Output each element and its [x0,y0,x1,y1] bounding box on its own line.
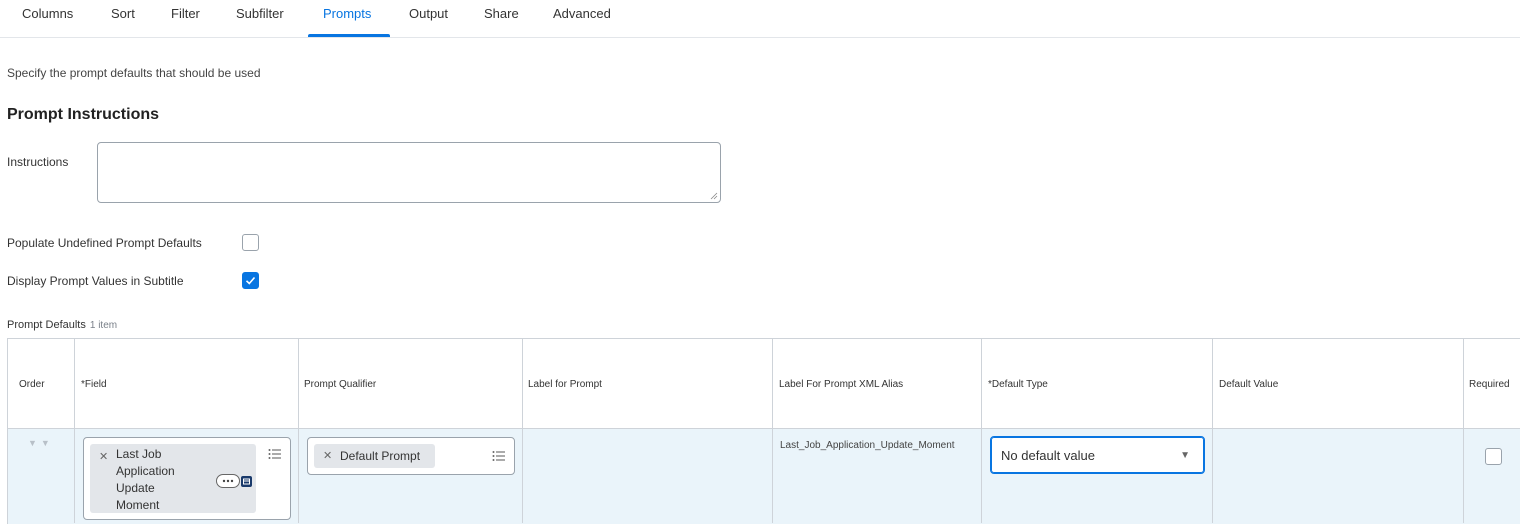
ellipsis-icon [222,479,234,483]
reorder-handle[interactable]: ▼▼ [28,438,54,448]
close-icon[interactable]: ✕ [323,449,332,462]
column-divider [74,339,75,523]
column-divider [1463,339,1464,523]
prompt-defaults-grid: Order *Field Prompt Qualifier Label for … [7,338,1520,524]
page-description: Specify the prompt defaults that should … [7,66,261,80]
grid-item-count: 1 item [89,320,118,331]
tab-sort[interactable]: Sort [111,6,135,21]
default-type-value: No default value [1001,448,1095,463]
col-header-xml-alias: Label For Prompt XML Alias [779,379,904,390]
required-checkbox[interactable] [1485,448,1502,465]
qualifier-value: Default Prompt [340,449,421,463]
move-down-icon[interactable]: ▼▼ [28,438,54,448]
instructions-label: Instructions [7,155,69,169]
default-type-select[interactable]: No default value ▼ [990,436,1205,474]
column-divider [522,339,523,523]
column-divider [298,339,299,523]
col-header-order: Order [19,379,45,390]
tab-columns[interactable]: Columns [22,6,73,21]
display-values-checkbox[interactable] [242,272,259,289]
field-name-line: Moment [116,498,160,512]
field-name-line: Update [116,481,155,495]
col-header-default-type: *Default Type [988,379,1048,390]
column-divider [1212,339,1213,523]
tab-output[interactable]: Output [409,6,448,21]
field-selector[interactable]: ✕ Last Job Application Update Moment [83,437,291,520]
active-tab-indicator [308,34,390,37]
field-name: Last Job Application Update Moment [116,446,175,514]
xml-alias-value: Last_Job_Application_Update_Moment [780,440,955,451]
resize-handle-icon[interactable] [710,192,718,200]
col-header-field: *Field [81,379,107,390]
col-header-prompt-qualifier: Prompt Qualifier [304,379,377,390]
list-icon[interactable] [268,448,282,460]
display-values-label: Display Prompt Values in Subtitle [7,274,184,288]
tab-share[interactable]: Share [484,6,519,21]
chevron-down-icon[interactable]: ▼ [1180,450,1190,461]
col-header-label-for-prompt: Label for Prompt [528,379,602,390]
tab-advanced[interactable]: Advanced [553,6,611,21]
tab-filter[interactable]: Filter [171,6,200,21]
prompt-glyph-icon [243,478,250,485]
column-divider [981,339,982,523]
grid-title-text: Prompt Defaults [7,319,86,331]
prompt-icon [241,476,252,487]
col-header-default-value: Default Value [1219,379,1279,390]
list-icon[interactable] [492,450,506,462]
tab-prompts[interactable]: Prompts [323,6,371,21]
instructions-textarea[interactable] [97,142,721,203]
section-title: Prompt Instructions [7,106,160,123]
prompt-qualifier-selector[interactable]: ✕ Default Prompt [307,437,515,475]
field-pill: ✕ Last Job Application Update Moment [90,444,256,513]
field-name-line: Last Job [116,447,162,461]
grid-header: Order *Field Prompt Qualifier Label for … [8,339,1520,429]
tab-bar: Columns Sort Filter Subfilter Prompts Ou… [0,0,1520,38]
qualifier-pill: ✕ Default Prompt [314,444,435,468]
populate-defaults-checkbox[interactable] [242,234,259,251]
populate-defaults-label: Populate Undefined Prompt Defaults [7,236,202,250]
col-header-required: Required [1469,379,1510,390]
grid-title: Prompt Defaults 1 item [7,319,117,331]
tab-subfilter[interactable]: Subfilter [236,6,284,21]
column-divider [772,339,773,523]
checkmark-icon [245,276,256,285]
field-name-line: Application [116,464,175,478]
close-icon[interactable]: ✕ [99,450,108,463]
more-options-icon[interactable] [216,474,240,488]
